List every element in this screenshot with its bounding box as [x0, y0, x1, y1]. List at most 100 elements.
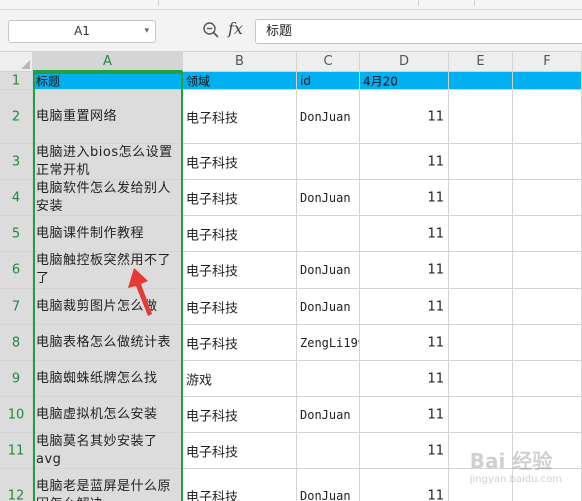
cell-b2[interactable]: 电子科技	[183, 90, 297, 144]
cell-d5[interactable]: 11	[360, 216, 449, 252]
cell-d6[interactable]: 11	[360, 252, 449, 289]
cell-b10[interactable]: 电子科技	[183, 397, 297, 433]
column-header-f[interactable]: F	[513, 52, 582, 72]
cell-e2[interactable]	[449, 90, 513, 144]
cell-d8[interactable]: 11	[360, 325, 449, 361]
cell-e11[interactable]	[449, 433, 513, 469]
cell-d11[interactable]: 11	[360, 433, 449, 469]
cell-b4[interactable]: 电子科技	[183, 180, 297, 216]
cell-d4[interactable]: 11	[360, 180, 449, 216]
formula-input[interactable]: 标题	[255, 19, 582, 44]
column-header-d[interactable]: D	[360, 52, 449, 72]
column-header-c[interactable]: C	[297, 52, 360, 72]
cell-e8[interactable]	[449, 325, 513, 361]
cell-e10[interactable]	[449, 397, 513, 433]
cell-d3[interactable]: 11	[360, 144, 449, 180]
cell-c7[interactable]: DonJuan	[297, 289, 360, 325]
count-value: 11	[427, 109, 444, 124]
cell-c11[interactable]	[297, 433, 360, 469]
cell-a12[interactable]: 电脑老是蓝屏是什么原因怎么解决	[33, 469, 183, 501]
cell-a2[interactable]: 电脑重置网络	[33, 90, 183, 144]
cell-a6[interactable]: 电脑触控板突然用不了了	[33, 252, 183, 289]
cell-e1[interactable]	[449, 72, 513, 90]
count-value: 11	[427, 299, 444, 314]
cell-b5[interactable]: 电子科技	[183, 216, 297, 252]
cell-f1[interactable]	[513, 72, 582, 90]
column-header-b[interactable]: B	[183, 52, 297, 72]
cell-a4[interactable]: 电脑软件怎么发给别人安装	[33, 180, 183, 216]
cell-f12[interactable]	[513, 469, 582, 501]
cell-d2[interactable]: 11	[360, 90, 449, 144]
cell-a1[interactable]: 标题	[33, 72, 183, 90]
cell-f5[interactable]	[513, 216, 582, 252]
cell-e4[interactable]	[449, 180, 513, 216]
cell-f6[interactable]	[513, 252, 582, 289]
cell-e6[interactable]	[449, 252, 513, 289]
cell-f8[interactable]	[513, 325, 582, 361]
cell-c4[interactable]: DonJuan	[297, 180, 360, 216]
cell-c8[interactable]: ZengLi199	[297, 325, 360, 361]
cell-a9[interactable]: 电脑蜘蛛纸牌怎么找	[33, 361, 183, 397]
cell-a3[interactable]: 电脑进入bios怎么设置正常开机	[33, 144, 183, 180]
cell-c6[interactable]: DonJuan	[297, 252, 360, 289]
cell-a8[interactable]: 电脑表格怎么做统计表	[33, 325, 183, 361]
cell-c12[interactable]: DonJuan	[297, 469, 360, 501]
column-header-a[interactable]: A	[33, 52, 183, 72]
cell-a5[interactable]: 电脑课件制作教程	[33, 216, 183, 252]
row-header-1[interactable]: 1	[0, 72, 33, 90]
cell-f4[interactable]	[513, 180, 582, 216]
cell-b11[interactable]: 电子科技	[183, 433, 297, 469]
cell-c1[interactable]: id	[297, 72, 360, 90]
cell-c9[interactable]	[297, 361, 360, 397]
row-header-4[interactable]: 4	[0, 180, 33, 216]
row-header-5[interactable]: 5	[0, 216, 33, 252]
cell-a11[interactable]: 电脑莫名其妙安装了avg	[33, 433, 183, 469]
cell-c2[interactable]: DonJuan	[297, 90, 360, 144]
row-header-8[interactable]: 8	[0, 325, 33, 361]
cell-e7[interactable]	[449, 289, 513, 325]
row-number: 8	[11, 335, 21, 350]
cell-b6[interactable]: 电子科技	[183, 252, 297, 289]
row-header-9[interactable]: 9	[0, 361, 33, 397]
zoom-icon[interactable]	[202, 21, 220, 39]
cell-b12[interactable]: 电子科技	[183, 469, 297, 501]
row-header-11[interactable]: 11	[0, 433, 33, 469]
row-header-3[interactable]: 3	[0, 144, 33, 180]
cell-f11[interactable]	[513, 433, 582, 469]
cell-b9[interactable]: 游戏	[183, 361, 297, 397]
row-header-7[interactable]: 7	[0, 289, 33, 325]
row-header-12[interactable]: 12	[0, 469, 33, 501]
cell-b3[interactable]: 电子科技	[183, 144, 297, 180]
row-header-10[interactable]: 10	[0, 397, 33, 433]
cell-c5[interactable]	[297, 216, 360, 252]
name-box[interactable]: A1 ▾	[8, 20, 156, 43]
cell-f2[interactable]	[513, 90, 582, 144]
cell-d10[interactable]: 11	[360, 397, 449, 433]
cell-b8[interactable]: 电子科技	[183, 325, 297, 361]
cell-d12[interactable]: 11	[360, 469, 449, 501]
fx-icon[interactable]: fx	[228, 19, 243, 38]
chevron-down-icon[interactable]: ▾	[144, 21, 149, 42]
cell-d1[interactable]: 4月20	[360, 72, 449, 90]
cell-f10[interactable]	[513, 397, 582, 433]
cell-e12[interactable]	[449, 469, 513, 501]
select-all-corner[interactable]	[0, 52, 33, 72]
cell-f3[interactable]	[513, 144, 582, 180]
cell-c3[interactable]	[297, 144, 360, 180]
row-header-2[interactable]: 2	[0, 90, 33, 144]
cell-f7[interactable]	[513, 289, 582, 325]
cell-e9[interactable]	[449, 361, 513, 397]
cell-a10[interactable]: 电脑虚拟机怎么安装	[33, 397, 183, 433]
row-header-6[interactable]: 6	[0, 252, 33, 289]
title-text: 电脑莫名其妙安装了avg	[36, 433, 158, 467]
cell-b7[interactable]: 电子科技	[183, 289, 297, 325]
cell-f9[interactable]	[513, 361, 582, 397]
cell-e5[interactable]	[449, 216, 513, 252]
column-header-e[interactable]: E	[449, 52, 513, 72]
cell-d9[interactable]: 11	[360, 361, 449, 397]
cell-a7[interactable]: 电脑裁剪图片怎么做	[33, 289, 183, 325]
cell-b1[interactable]: 领域	[183, 72, 297, 90]
cell-e3[interactable]	[449, 144, 513, 180]
cell-c10[interactable]: DonJuan	[297, 397, 360, 433]
cell-d7[interactable]: 11	[360, 289, 449, 325]
